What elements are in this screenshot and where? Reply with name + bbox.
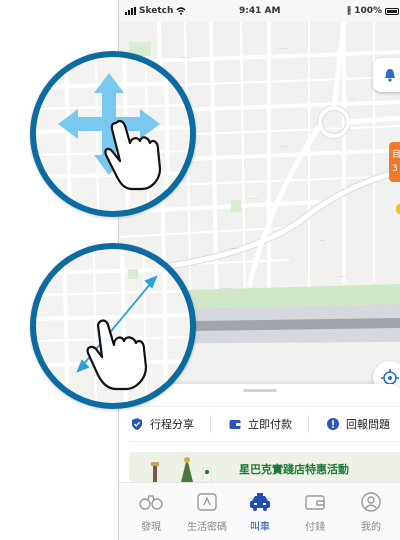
tab-mine[interactable]: 我的 [343,489,399,533]
svg-text:·······: ······· [249,196,258,201]
shield-check-icon [129,417,144,432]
svg-text:········: ········ [229,246,239,251]
user-icon [343,489,399,515]
wallet-icon [287,489,343,515]
report-problem-label: 回報問題 [346,418,390,431]
taxi-icon [232,489,288,515]
notification-button[interactable] [373,58,400,92]
action-row: 行程分享 立即付款 回報問題 [129,406,400,442]
svg-text:··········: ·········· [219,286,232,291]
tab-life-code[interactable]: 生活密碼 [179,489,235,533]
promo-banner[interactable]: 星巴克實踐店特惠活動 [129,452,400,482]
pan-gesture-lens [30,51,196,217]
pay-now-button[interactable]: 立即付款 [227,406,308,442]
tab-call-taxi[interactable]: 叫車 [232,489,288,533]
map-marker[interactable] [396,204,400,214]
promo-title: 星巴克實踐店特惠活動 [239,463,349,476]
alert-circle-icon [325,417,340,432]
tab-label: 發現 [141,522,161,533]
divider [210,415,211,433]
coupon-icon [179,489,235,515]
battery-icon [385,7,399,15]
share-trip-button[interactable]: 行程分享 [129,406,210,442]
svg-text:······: ······ [339,274,347,279]
wifi-icon [176,7,186,15]
status-carrier: Sketch [125,6,186,16]
battery-label: 100% [354,6,382,16]
bottom-sheet[interactable]: 行程分享 立即付款 回報問題 星巴克實踐店特惠活動 [119,384,400,482]
divider [308,415,309,433]
pinch-zoom-gesture-icon [36,249,190,403]
tab-label: 叫車 [250,522,270,533]
sheet-grabber[interactable] [243,389,277,392]
tab-label: 付錢 [305,522,325,533]
pay-now-label: 立即付款 [248,418,292,431]
tab-label: 我的 [361,522,381,533]
promo-illustration [151,457,212,482]
tab-discover[interactable]: 發現 [123,489,179,533]
svg-text:·······: ······· [279,46,288,51]
svg-text:·······: ······· [279,144,288,149]
status-time: 9:41 AM [239,6,281,16]
share-trip-label: 行程分享 [150,418,194,431]
tab-pay[interactable]: 付錢 [287,489,343,533]
pan-gesture-icon [36,57,190,211]
pinch-zoom-gesture-lens [30,243,196,409]
report-problem-button[interactable]: 回報問題 [325,406,400,442]
tab-bar: 發現 生活密碼 叫車 付錢 我的 [119,482,400,540]
binoculars-icon [123,489,179,515]
tab-label: 生活密碼 [187,522,227,533]
svg-text:·········: ········· [179,55,190,60]
carrier-label: Sketch [139,6,174,16]
signal-icon [125,7,136,15]
bell-icon [385,69,395,82]
bluetooth-icon: ∦ [346,6,352,16]
status-right: ∦ 100% [347,6,399,16]
map-side-tag[interactable]: 目 3 [389,142,400,182]
svg-text:·····: ····· [319,238,325,243]
svg-text:·····: ····· [349,96,355,101]
status-bar: Sketch 9:41 AM ∦ 100% [119,0,400,22]
wallet-icon [227,417,242,432]
